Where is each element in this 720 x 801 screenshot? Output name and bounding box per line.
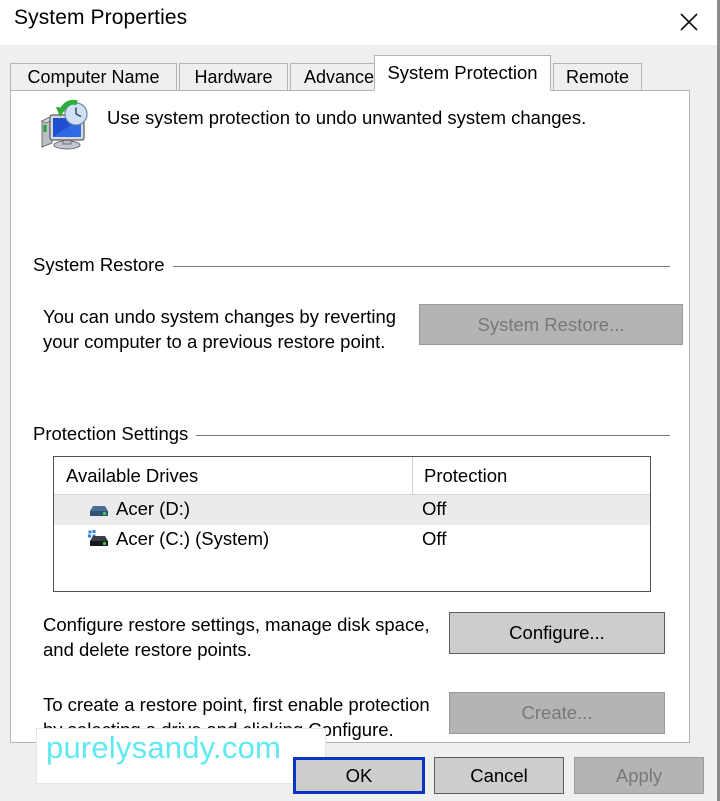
cancel-button[interactable]: Cancel	[434, 757, 564, 794]
tab-strip: Computer Name Hardware Advanced System P…	[10, 55, 700, 91]
panel-header: Use system protection to undo unwanted s…	[11, 91, 689, 196]
close-icon	[678, 11, 700, 33]
column-header-protection[interactable]: Protection	[424, 465, 507, 487]
tab-label: Advanced	[303, 67, 385, 87]
tab-hardware[interactable]: Hardware	[179, 63, 288, 91]
system-properties-window: System Properties Computer Name Hardware…	[0, 0, 720, 801]
table-row[interactable]: Acer (D:) Off	[54, 495, 650, 525]
system-restore-button[interactable]: System Restore...	[419, 304, 683, 345]
drives-list-header: Available Drives Protection	[54, 457, 650, 495]
drive-protection-status: Off	[422, 528, 447, 549]
configure-description: Configure restore settings, manage disk …	[43, 614, 430, 660]
tab-label: Remote	[565, 67, 630, 87]
column-header-available-drives[interactable]: Available Drives	[66, 465, 198, 487]
tab-label: System Protection	[387, 62, 538, 83]
tab-label: Computer Name	[27, 67, 160, 87]
drive-name: Acer (D:)	[116, 498, 190, 519]
configure-button[interactable]: Configure...	[449, 612, 665, 654]
protection-settings-group-label: Protection Settings	[33, 423, 197, 445]
tab-remote[interactable]: Remote	[553, 63, 642, 91]
drive-name: Acer (C:) (System)	[116, 528, 270, 549]
system-restore-description: You can undo system changes by reverting…	[43, 306, 397, 352]
tab-computer-name[interactable]: Computer Name	[10, 63, 177, 91]
table-row[interactable]: Acer (C:) (System) Off	[54, 525, 650, 555]
drives-list[interactable]: Available Drives Protection Acer (D:) Of…	[53, 456, 651, 592]
panel-description: Use system protection to undo unwanted s…	[107, 107, 587, 128]
apply-button[interactable]: Apply	[574, 757, 704, 794]
drive-protection-status: Off	[422, 498, 447, 519]
window-title: System Properties	[14, 6, 188, 29]
dialog-body: Computer Name Hardware Advanced System P…	[0, 45, 717, 801]
system-hard-drive-icon	[88, 530, 110, 550]
hard-drive-icon	[88, 500, 110, 520]
tab-label: Hardware	[194, 67, 273, 87]
system-restore-group-label: System Restore	[33, 254, 173, 276]
create-button[interactable]: Create...	[449, 692, 665, 734]
tab-system-protection[interactable]: System Protection	[374, 55, 551, 91]
system-protection-panel: Use system protection to undo unwanted s…	[10, 90, 690, 743]
ok-button[interactable]: OK	[293, 757, 425, 794]
watermark-text: purelysandy.com	[46, 730, 282, 765]
close-button[interactable]	[660, 0, 717, 44]
column-separator	[412, 457, 413, 494]
title-bar: System Properties	[0, 0, 717, 45]
system-protection-icon	[36, 99, 92, 155]
